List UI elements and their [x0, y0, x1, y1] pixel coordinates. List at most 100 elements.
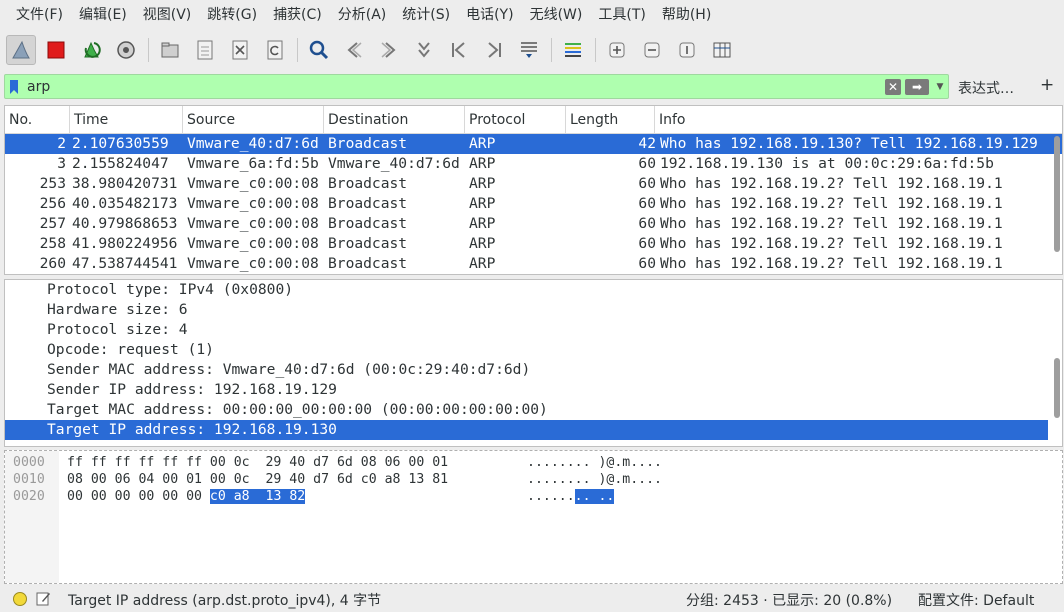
go-forward-icon[interactable]	[374, 35, 404, 65]
packet-details-pane: Protocol type: IPv4 (0x0800) Hardware siz…	[4, 279, 1063, 447]
detail-tree-item[interactable]: Opcode: request (1)	[5, 340, 1062, 360]
packet-list: No. Time Source Destination Protocol Len…	[4, 105, 1063, 275]
save-file-icon[interactable]	[190, 35, 220, 65]
packet-cell-time: 41.980224956	[72, 235, 178, 252]
packet-cell-no: 2	[57, 135, 66, 152]
packet-cell-no: 253	[39, 175, 66, 192]
column-header-time[interactable]: Time	[70, 106, 183, 134]
capture-options-icon[interactable]	[111, 35, 141, 65]
packet-row[interactable]: 257 40.979868653 Vmware_c0:00:08 Broadcast A…	[5, 214, 1062, 234]
detail-tree-item[interactable]: Target IP address: 192.168.19.130	[5, 420, 1048, 440]
packet-cell-info: 192.168.19.130 is at 00:0c:29:6a:fd:5b	[660, 155, 994, 172]
packet-row[interactable]: 2 2.107630559 Vmware_40:d7:6d Broadcast ARP 4…	[5, 134, 1062, 154]
packet-cell-no: 260	[39, 255, 66, 272]
resize-columns-icon[interactable]	[707, 35, 737, 65]
bytes-hex: 00 00 00 00 00 00 c0 a8 13 82	[67, 488, 306, 505]
add-filter-button[interactable]: +	[1040, 75, 1054, 95]
autoscroll-icon[interactable]	[514, 35, 544, 65]
menu-item-3[interactable]: 跳转(G)	[199, 0, 265, 31]
bytes-row[interactable]: 0020 00 00 00 00 00 00 c0 a8 13 82.......…	[13, 488, 1053, 505]
packet-row[interactable]: 258 41.980224956 Vmware_c0:00:08 Broadcast A…	[5, 234, 1062, 254]
display-filter-input[interactable]	[23, 75, 885, 98]
menu-item-6[interactable]: 统计(S)	[394, 0, 458, 31]
go-to-packet-icon[interactable]	[409, 35, 439, 65]
close-file-icon[interactable]	[225, 35, 255, 65]
zoom-in-icon[interactable]	[602, 35, 632, 65]
column-header-destination[interactable]: Destination	[324, 106, 465, 134]
go-last-icon[interactable]	[479, 35, 509, 65]
status-profile[interactable]: 配置文件: Default	[918, 590, 1034, 610]
packet-cell-info: Who has 192.168.19.2? Tell 192.168.19.1	[660, 255, 1003, 272]
packet-cell-time: 2.155824047	[72, 155, 169, 172]
expression-button[interactable]: 表达式…	[958, 78, 1014, 98]
bytes-offset: 0020	[13, 489, 45, 504]
details-scrollbar[interactable]	[1054, 358, 1060, 418]
bookmark-icon[interactable]	[5, 75, 23, 98]
normal-size-icon[interactable]	[672, 35, 702, 65]
menu-item-1[interactable]: 编辑(E)	[71, 0, 135, 31]
packet-list-scrollbar[interactable]	[1054, 136, 1060, 252]
menu-item-5[interactable]: 分析(A)	[330, 0, 395, 31]
detail-tree-item[interactable]: Sender IP address: 192.168.19.129	[5, 380, 1062, 400]
open-file-icon[interactable]	[155, 35, 185, 65]
capture-comment-icon[interactable]	[36, 591, 51, 606]
packet-cell-source: Vmware_c0:00:08	[187, 175, 319, 192]
packet-cell-length: 60	[638, 155, 656, 172]
packet-cell-source: Vmware_c0:00:08	[187, 215, 319, 232]
detail-tree-item[interactable]: Protocol type: IPv4 (0x0800)	[5, 280, 1062, 300]
packet-row[interactable]: 253 38.980420731 Vmware_c0:00:08 Broadcast A…	[5, 174, 1062, 194]
packet-row[interactable]: 256 40.035482173 Vmware_c0:00:08 Broadcast A…	[5, 194, 1062, 214]
go-back-icon[interactable]	[339, 35, 369, 65]
column-header-protocol[interactable]: Protocol	[465, 106, 566, 134]
detail-tree-item[interactable]: Protocol size: 4	[5, 320, 1062, 340]
packet-cell-source: Vmware_c0:00:08	[187, 195, 319, 212]
zoom-out-icon[interactable]	[637, 35, 667, 65]
menu-item-4[interactable]: 捕获(C)	[265, 0, 330, 31]
column-header-no[interactable]: No.	[5, 106, 70, 134]
packet-cell-length: 60	[638, 235, 656, 252]
detail-tree-item[interactable]: Sender MAC address: Vmware_40:d7:6d (00:…	[5, 360, 1062, 380]
packet-rows: 2 2.107630559 Vmware_40:d7:6d Broadcast ARP 4…	[5, 134, 1062, 274]
apply-filter-icon[interactable]: ➡	[905, 78, 929, 95]
chevron-down-icon[interactable]: ▼	[932, 75, 948, 98]
expert-info-icon[interactable]	[13, 592, 27, 606]
stop-capture-icon[interactable]	[41, 35, 71, 65]
toolbar-separator	[595, 37, 596, 62]
toolbar-separator	[148, 37, 149, 62]
bytes-row[interactable]: 0010 08 00 06 04 00 01 00 0c 29 40 d7 6d …	[13, 471, 1053, 488]
bytes-hex-text: ff ff ff ff ff ff 00 0c 29 40 d7 6d 08 0…	[67, 455, 449, 470]
menu-item-10[interactable]: 帮助(H)	[654, 0, 719, 31]
packet-cell-protocol: ARP	[469, 135, 496, 152]
find-packet-icon[interactable]	[304, 35, 334, 65]
restart-capture-icon[interactable]	[76, 35, 106, 65]
go-first-icon[interactable]	[444, 35, 474, 65]
menu-item-2[interactable]: 视图(V)	[135, 0, 200, 31]
packet-cell-protocol: ARP	[469, 175, 496, 192]
reload-file-icon[interactable]	[260, 35, 290, 65]
packet-cell-protocol: ARP	[469, 235, 496, 252]
menu-item-7[interactable]: 电话(Y)	[458, 0, 521, 31]
column-header-length[interactable]: Length	[566, 106, 655, 134]
column-header-info[interactable]: Info	[655, 106, 1062, 134]
colorize-icon[interactable]	[558, 35, 588, 65]
packet-cell-destination: Broadcast	[328, 255, 408, 272]
detail-tree-item[interactable]: Target MAC address: 00:00:00_00:00:00 (0…	[5, 400, 1062, 420]
menu-item-9[interactable]: 工具(T)	[590, 0, 653, 31]
bytes-row[interactable]: 0000 ff ff ff ff ff ff 00 0c 29 40 d7 6d …	[13, 454, 1053, 471]
packet-cell-length: 42	[638, 135, 656, 152]
packet-cell-protocol: ARP	[469, 215, 496, 232]
bytes-offset: 0010	[13, 472, 45, 487]
status-bar: Target IP address (arp.dst.proto_ipv4), …	[0, 587, 1064, 612]
packet-row[interactable]: 260 47.538744541 Vmware_c0:00:08 Broadcast A…	[5, 254, 1062, 274]
menu-item-8[interactable]: 无线(W)	[522, 0, 591, 31]
column-header-source[interactable]: Source	[183, 106, 324, 134]
packet-cell-no: 256	[39, 195, 66, 212]
packet-cell-info: Who has 192.168.19.130? Tell 192.168.19.…	[660, 135, 1038, 152]
clear-filter-icon[interactable]: ✕	[885, 78, 901, 95]
menu-item-0[interactable]: 文件(F)	[8, 0, 71, 31]
packet-row[interactable]: 3 2.155824047 Vmware_6a:fd:5b Vmware_40:d7:…	[5, 154, 1062, 174]
shark-fin-icon[interactable]	[6, 34, 36, 65]
detail-tree-item[interactable]: Hardware size: 6	[5, 300, 1062, 320]
toolbar-separator	[551, 37, 552, 62]
packet-cell-source: Vmware_40:d7:6d	[187, 135, 319, 152]
